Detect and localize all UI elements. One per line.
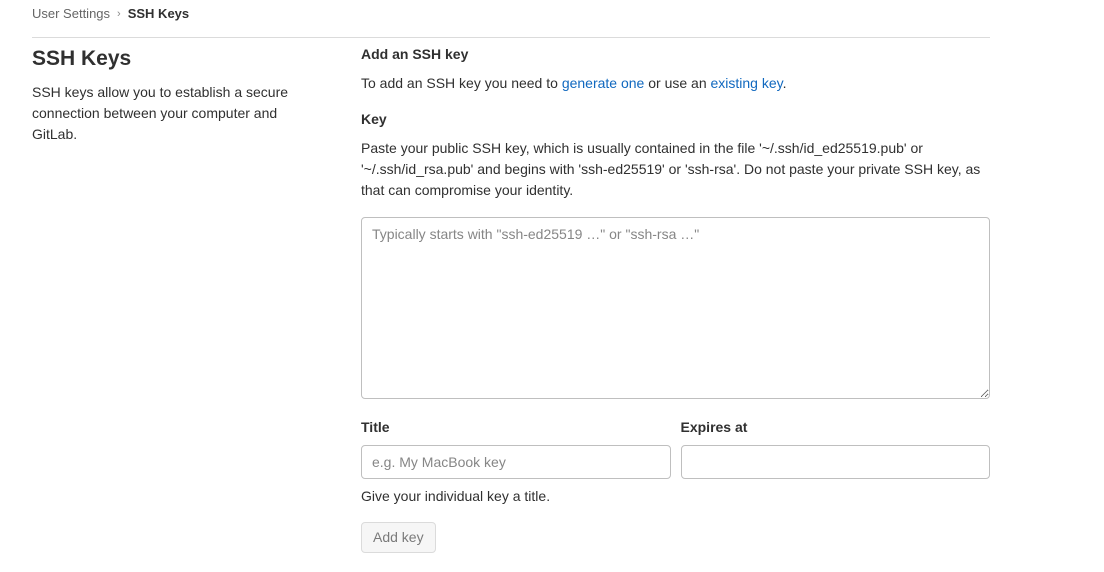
title-field-group: Title xyxy=(361,417,671,479)
key-help-text: Paste your public SSH key, which is usua… xyxy=(361,140,981,198)
existing-key-link[interactable]: existing key xyxy=(711,75,783,91)
page-description: SSH keys allow you to establish a secure… xyxy=(32,84,289,142)
form-intro: To add an SSH key you need to generate o… xyxy=(361,73,990,93)
title-label: Title xyxy=(361,419,390,435)
title-expires-row: Title Expires at xyxy=(361,417,990,479)
generate-one-link[interactable]: generate one xyxy=(562,75,645,91)
title-help-text: Give your individual key a title. xyxy=(361,488,551,504)
expires-field-group: Expires at xyxy=(680,417,990,479)
key-textarea[interactable] xyxy=(361,217,990,399)
form-heading: Add an SSH key xyxy=(361,46,469,62)
breadcrumb-separator-icon: › xyxy=(117,8,121,20)
settings-sidebar: SSH Keys SSH keys allow you to establish… xyxy=(32,46,322,145)
page-title: SSH Keys xyxy=(32,47,132,70)
intro-suffix: . xyxy=(782,75,787,91)
breadcrumb-current[interactable]: SSH Keys xyxy=(128,6,189,22)
expires-at-label: Expires at xyxy=(680,419,748,435)
intro-prefix: To add an SSH key you need to xyxy=(361,75,562,91)
intro-middle: or use an xyxy=(644,75,711,91)
breadcrumb: User Settings › SSH Keys xyxy=(32,6,189,22)
breadcrumb-user-settings[interactable]: User Settings xyxy=(32,6,110,22)
add-key-button[interactable]: Add key xyxy=(361,522,436,553)
add-ssh-key-form: Add an SSH key To add an SSH key you nee… xyxy=(361,44,990,553)
key-label: Key xyxy=(361,111,387,127)
title-input[interactable] xyxy=(361,445,671,479)
header-divider xyxy=(32,37,990,38)
expires-at-input[interactable] xyxy=(680,445,990,479)
